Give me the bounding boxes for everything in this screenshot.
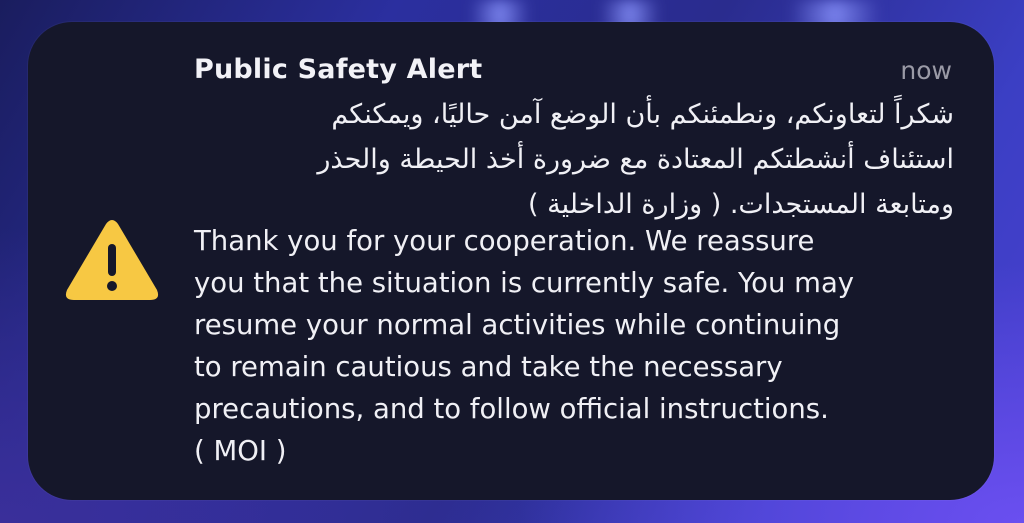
notification-time: now: [900, 56, 952, 85]
warning-triangle-icon: [64, 218, 160, 304]
message-english: Thank you for your cooperation. We reass…: [194, 225, 855, 467]
notification-title: Public Safety Alert: [194, 54, 483, 85]
notification-card[interactable]: Public Safety Alert now شكراً لتعاونكم، …: [28, 22, 994, 500]
message-arabic: شكراً لتعاونكم، ونطمئنكم بأن الوضع آمن ح…: [317, 99, 954, 220]
